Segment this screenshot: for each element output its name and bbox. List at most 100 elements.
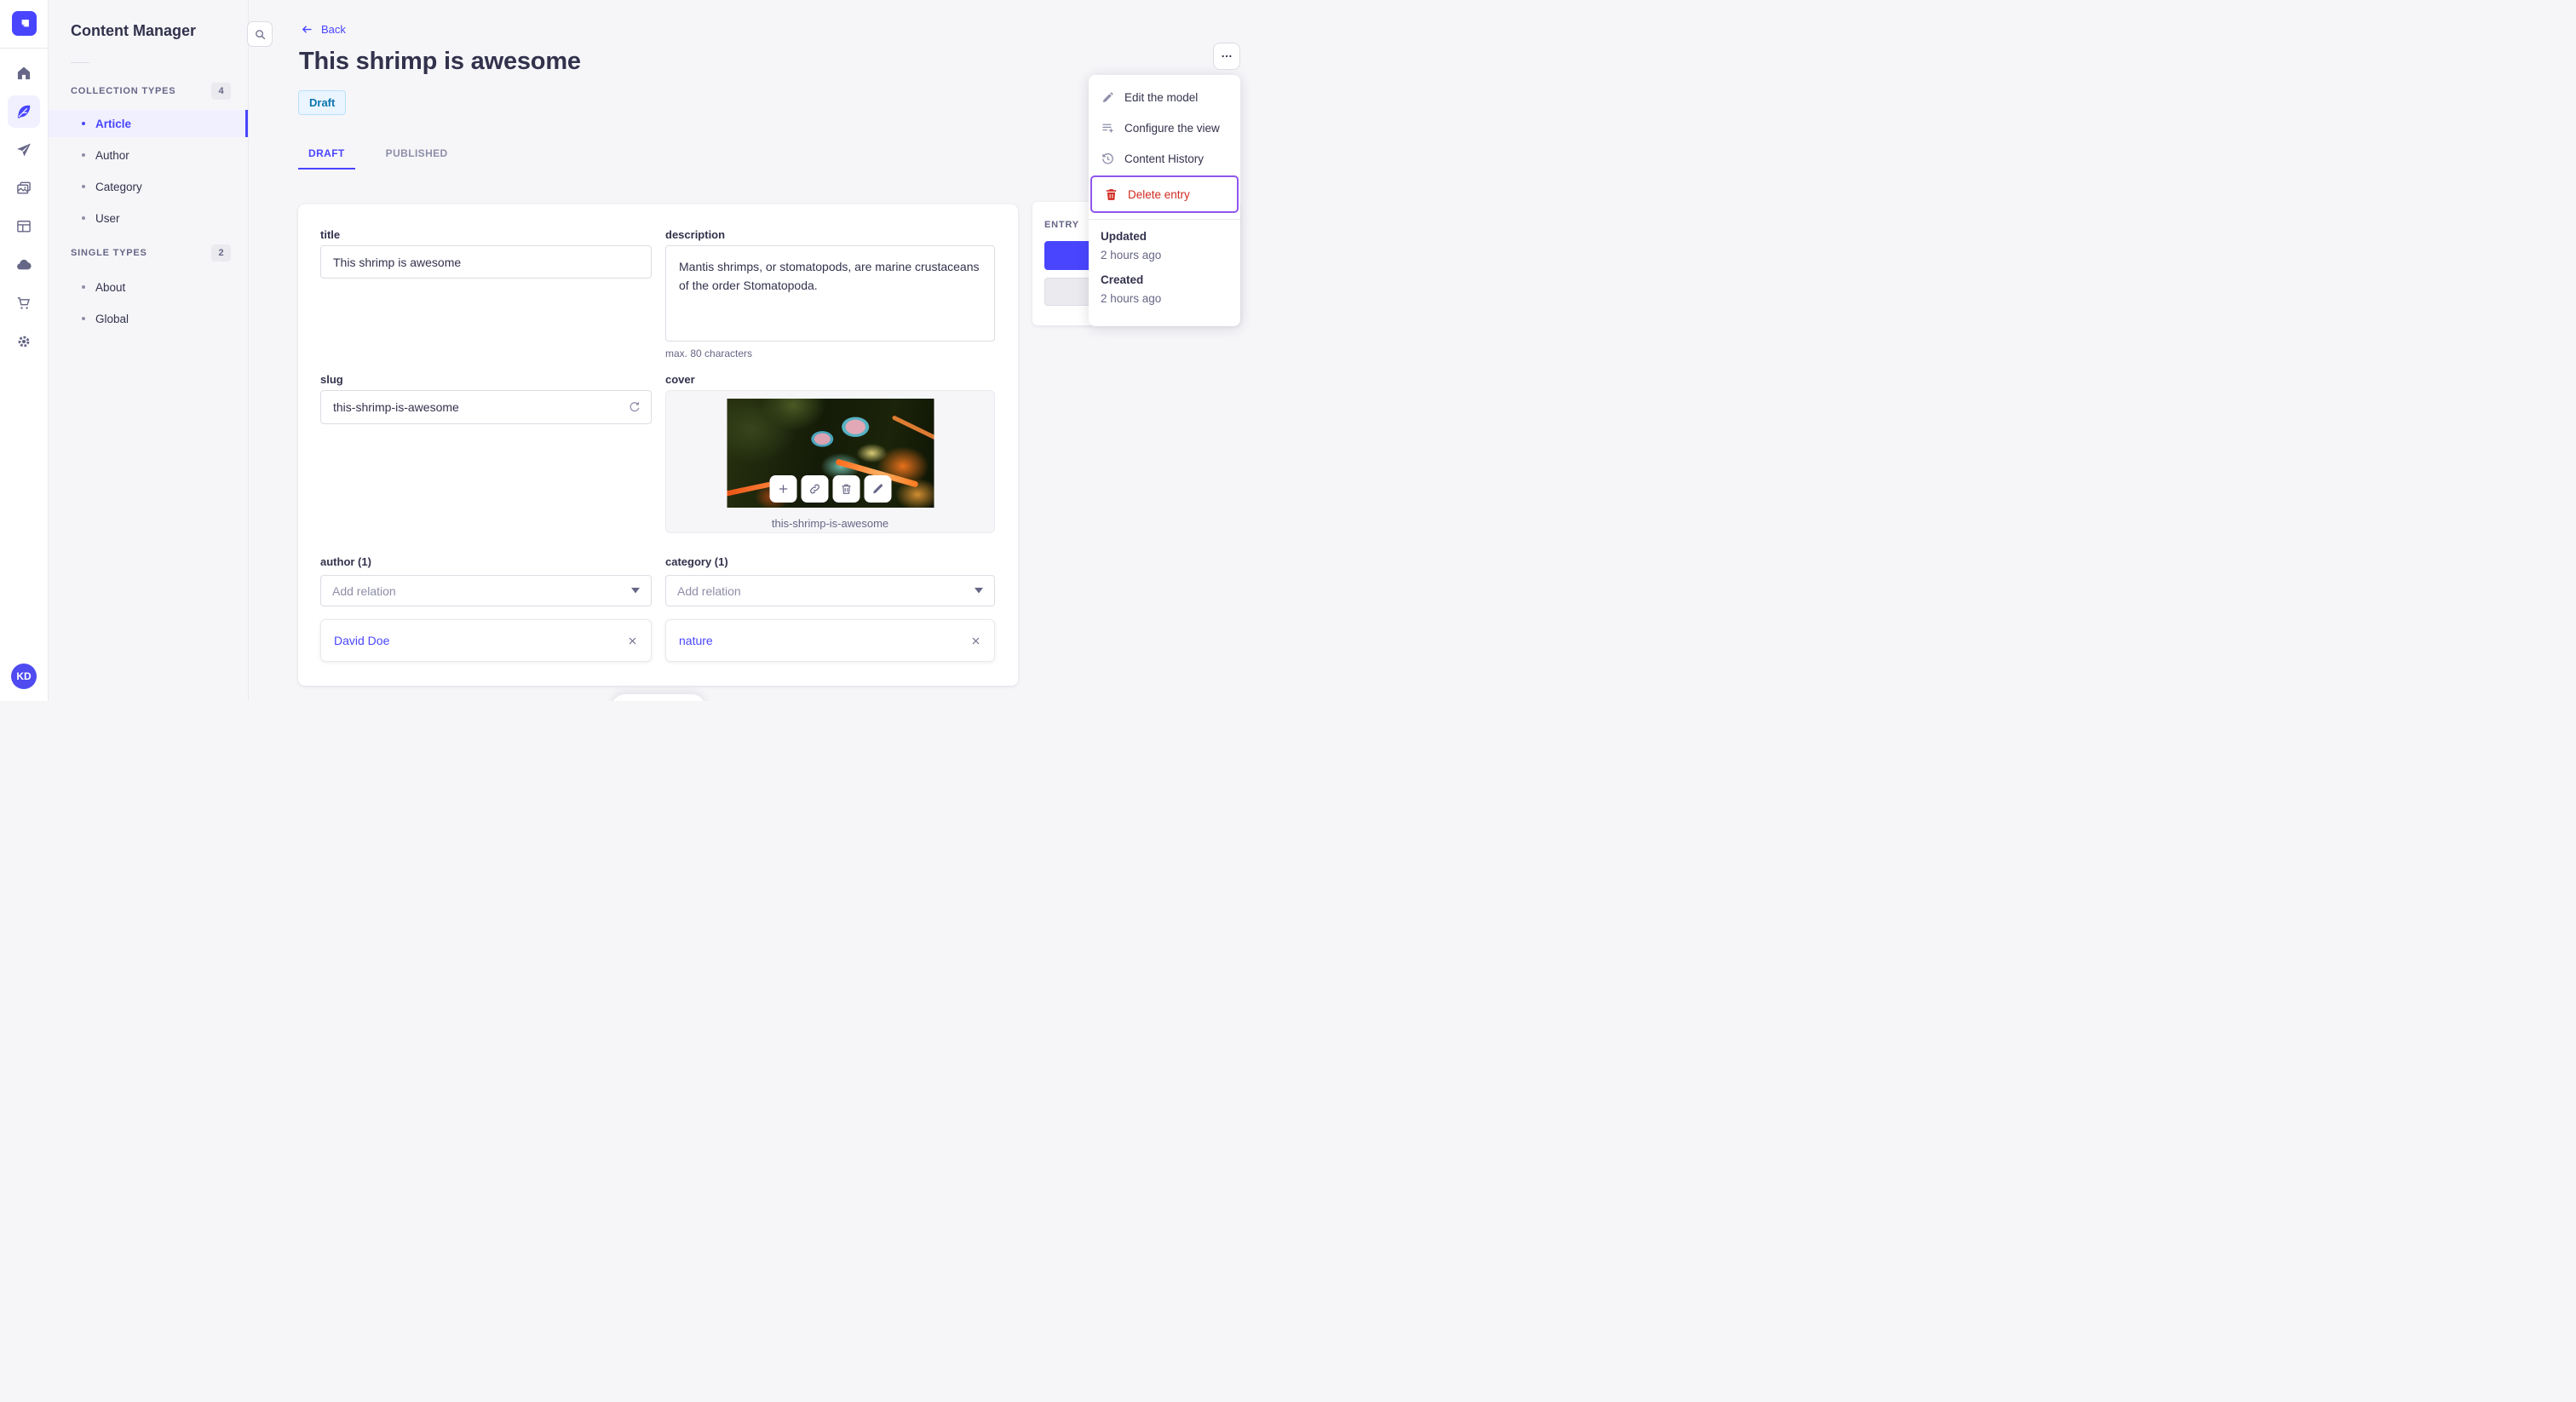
section-label: SINGLE TYPES <box>71 248 147 258</box>
sidebar-item-label: Category <box>95 180 142 193</box>
user-avatar[interactable]: KD <box>11 664 37 689</box>
slug-input[interactable] <box>320 390 652 424</box>
menu-item-label: Configure the view <box>1124 121 1220 135</box>
author-relation-select[interactable]: Add relation <box>320 575 652 606</box>
remove-author-relation-button[interactable] <box>627 635 638 646</box>
cart-icon <box>17 297 30 309</box>
entry-panel-title: ENTRY <box>1044 220 1079 230</box>
author-relation-link[interactable]: David Doe <box>334 634 389 647</box>
feather-icon <box>17 105 31 119</box>
sidebar-item-user[interactable]: User <box>49 204 248 232</box>
nav-home-button[interactable] <box>8 57 40 89</box>
gear-icon <box>18 336 30 348</box>
nav-media-library-button[interactable] <box>8 172 40 204</box>
category-relation-item: nature <box>665 619 995 662</box>
nav-settings-button[interactable] <box>8 325 40 358</box>
strapi-admin-app: KD Content Manager COLLECTION TYPES 4 Ar… <box>0 0 1288 701</box>
sidebar-item-label: Article <box>95 117 132 130</box>
description-hint: max. 80 characters <box>665 348 753 359</box>
edit-asset-button[interactable] <box>864 475 891 503</box>
category-relation-select[interactable]: Add relation <box>665 575 995 606</box>
author-relation-item: David Doe <box>320 619 652 662</box>
pencil-icon <box>1102 92 1113 102</box>
category-select-placeholder: Add relation <box>677 583 741 598</box>
strapi-logo[interactable] <box>12 11 37 36</box>
bullet-icon <box>82 216 85 220</box>
title-field-label: title <box>320 228 341 241</box>
back-label: Back <box>321 23 346 36</box>
copy-link-button[interactable] <box>801 475 828 503</box>
content-manager-subnav: Content Manager COLLECTION TYPES 4 Artic… <box>49 0 273 701</box>
history-icon <box>1102 152 1113 164</box>
search-button[interactable] <box>247 21 273 47</box>
home-icon <box>17 66 31 80</box>
media-icon <box>17 181 31 194</box>
bullet-icon <box>82 122 85 125</box>
menu-item-label: Content History <box>1124 152 1205 165</box>
delete-asset-button[interactable] <box>832 475 860 503</box>
category-relation-link[interactable]: nature <box>679 634 713 647</box>
menu-item-label: Delete entry <box>1128 187 1190 201</box>
strapi-logo-icon <box>21 19 29 26</box>
title-input[interactable] <box>320 245 652 279</box>
menu-item-configure-the-view[interactable]: Configure the view <box>1089 112 1240 143</box>
refresh-icon <box>630 402 640 412</box>
nav-content-type-builder-button[interactable] <box>8 210 40 243</box>
tab-draft[interactable]: DRAFT <box>298 139 355 170</box>
slug-field <box>320 390 652 424</box>
collection-types-header: COLLECTION TYPES 4 <box>71 82 231 101</box>
cover-caption: this-shrimp-is-awesome <box>771 517 889 530</box>
cover-field: this-shrimp-is-awesome <box>665 390 995 533</box>
sidebar-item-label: Author <box>95 148 129 162</box>
cover-actions <box>769 475 891 503</box>
sidebar-item-label: About <box>95 280 126 294</box>
entry-meta: Updated 2 hours ago Created 2 hours ago <box>1089 220 1240 305</box>
bullet-icon <box>82 285 85 289</box>
updated-value: 2 hours ago <box>1101 249 1162 261</box>
focused-menu-item-ring: Delete entry <box>1090 175 1239 213</box>
updated-label: Updated <box>1101 230 1147 243</box>
sidebar-item-about[interactable]: About <box>49 273 248 301</box>
close-icon <box>629 637 636 644</box>
created-label: Created <box>1101 273 1144 286</box>
close-icon <box>972 637 980 644</box>
ellipsis-icon <box>1222 55 1232 58</box>
nav-divider <box>0 48 48 49</box>
paper-plane-icon <box>17 143 31 157</box>
layout-icon <box>17 221 31 233</box>
main-nav: KD <box>0 0 49 701</box>
add-asset-button[interactable] <box>769 475 796 503</box>
pencil-icon <box>872 484 883 494</box>
nav-marketplace-button[interactable] <box>8 287 40 319</box>
sidebar-item-author[interactable]: Author <box>49 141 248 169</box>
bottom-toolbar-pill[interactable] <box>612 694 705 701</box>
menu-item-edit-the-model[interactable]: Edit the model <box>1089 82 1240 112</box>
tab-published[interactable]: PUBLISHED <box>376 139 458 168</box>
regenerate-slug-button[interactable] <box>628 400 641 414</box>
sidebar-item-category[interactable]: Category <box>49 173 248 200</box>
list-plus-icon <box>1102 124 1113 132</box>
subnav-divider <box>71 62 89 63</box>
nav-deploy-button[interactable] <box>8 249 40 281</box>
subnav-title: Content Manager <box>71 22 197 39</box>
sidebar-item-label: Global <box>95 312 129 325</box>
sidebar-item-article[interactable]: Article <box>49 110 248 137</box>
single-types-header: SINGLE TYPES 2 <box>71 244 231 262</box>
description-textarea[interactable]: Mantis shrimps, or stomatopods, are mari… <box>665 245 995 342</box>
created-value: 2 hours ago <box>1101 292 1162 305</box>
back-link[interactable]: Back <box>301 23 346 36</box>
more-actions-menu: Edit the model Configure the view Conten… <box>1089 75 1240 326</box>
tabs: DRAFT PUBLISHED <box>298 139 458 170</box>
sidebar-item-global[interactable]: Global <box>49 305 248 332</box>
remove-category-relation-button[interactable] <box>970 635 981 646</box>
cover-field-label: cover <box>665 373 695 386</box>
nav-releases-button[interactable] <box>8 134 40 166</box>
trash-icon <box>842 484 850 494</box>
menu-item-content-history[interactable]: Content History <box>1089 143 1240 174</box>
nav-content-manager-button[interactable] <box>8 95 40 128</box>
menu-item-delete-entry[interactable]: Delete entry <box>1092 177 1237 211</box>
trash-icon <box>1106 188 1117 200</box>
more-actions-button[interactable] <box>1213 43 1240 70</box>
chevron-down-icon <box>631 588 640 594</box>
single-types-count-badge: 2 <box>211 244 231 261</box>
